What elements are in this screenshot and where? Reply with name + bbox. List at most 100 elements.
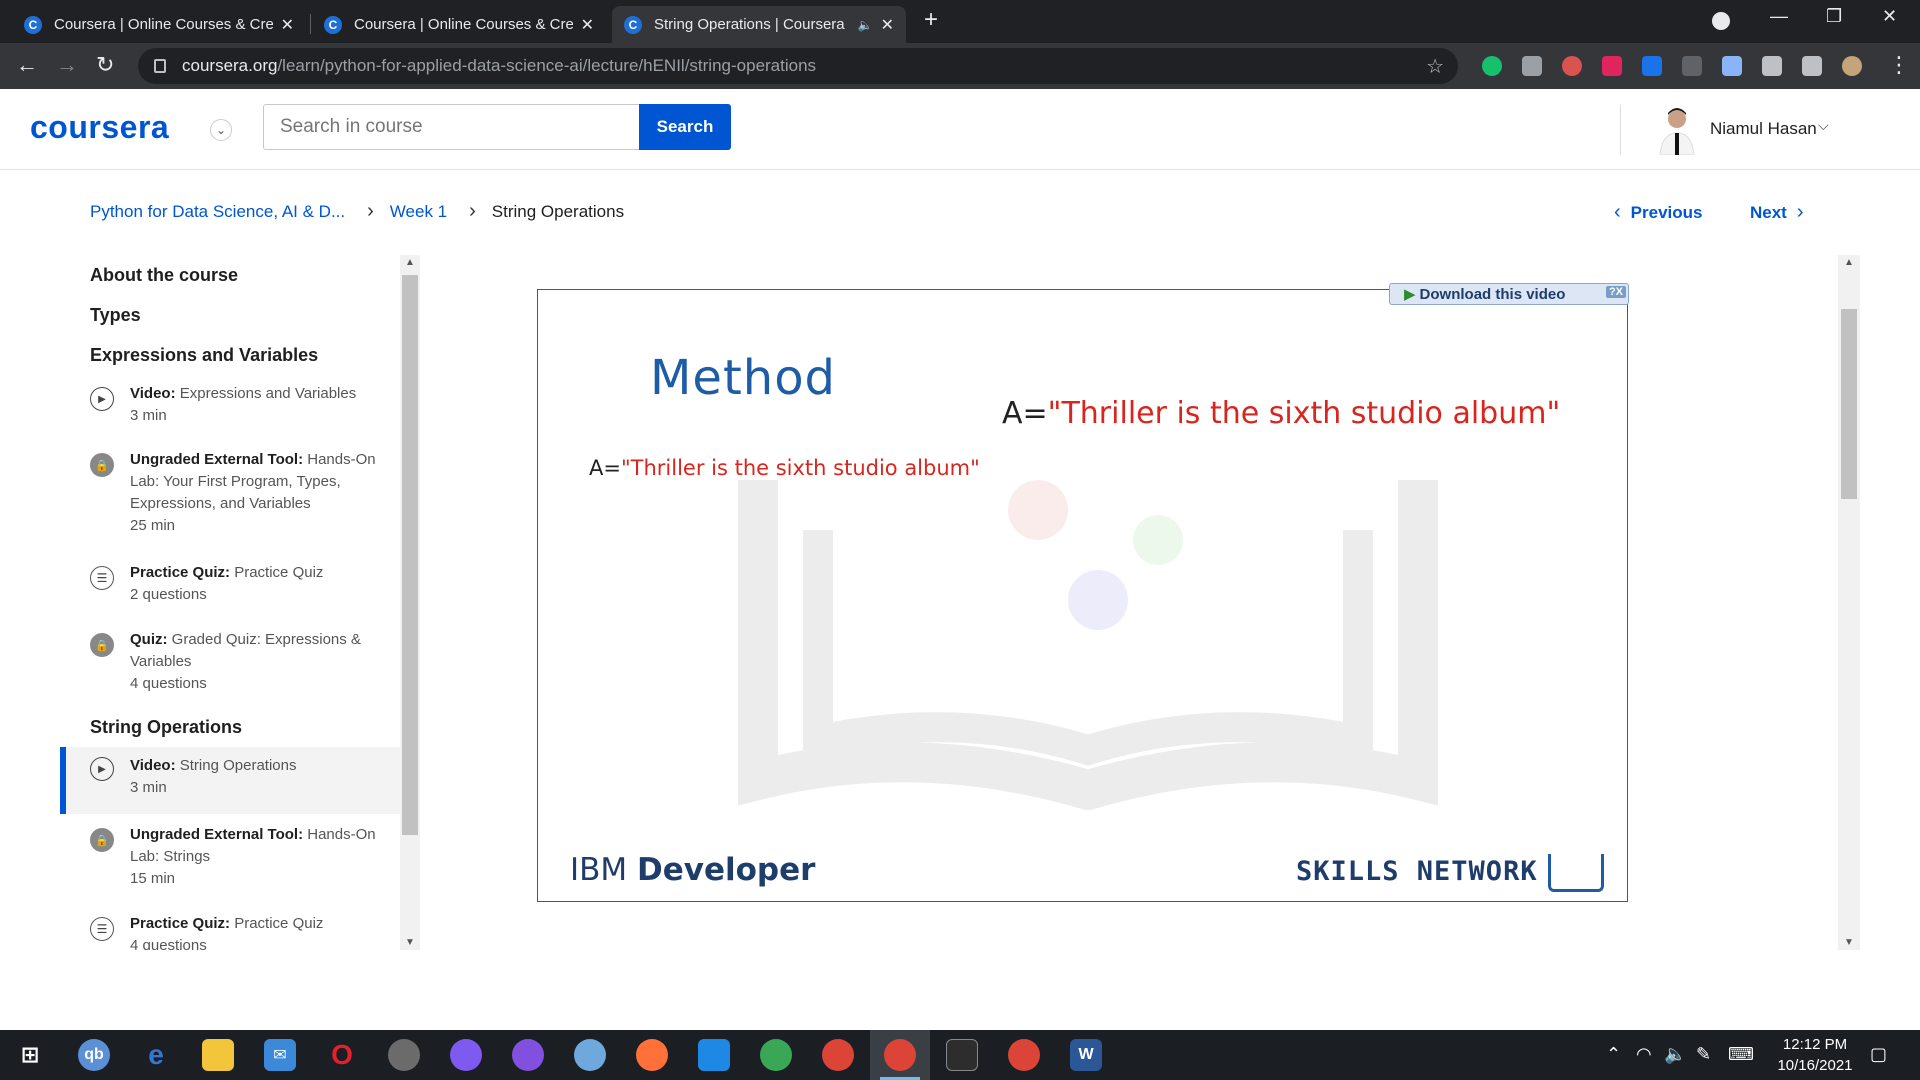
scroll-down-icon[interactable]: ▼	[1844, 937, 1854, 948]
minimize-icon[interactable]: —	[1770, 6, 1788, 27]
scroll-down-icon[interactable]: ▼	[405, 937, 415, 948]
tab-search-icon[interactable]	[1712, 12, 1730, 30]
back-icon[interactable]: ←	[16, 52, 38, 78]
section-expressions-variables[interactable]: Expressions and Variables	[90, 345, 318, 366]
skills-network-icon	[1548, 854, 1604, 892]
address-bar[interactable]: coursera.org /learn/python-for-applied-d…	[138, 48, 1458, 84]
app-icon[interactable]	[760, 1039, 792, 1071]
help-close-icon[interactable]: ?X	[1605, 286, 1626, 298]
sidebar-item[interactable]: ☰ Practice Quiz: Practice Quiz 2 questio…	[60, 562, 400, 612]
download-video-bar[interactable]: ▶ Download this video ?X	[1389, 283, 1629, 305]
previous-button[interactable]: ‹ Previous	[1614, 201, 1702, 224]
reading-list-icon[interactable]	[1802, 56, 1822, 76]
sidebar-item[interactable]: 🔒 Quiz: Graded Quiz: Expressions & Varia…	[60, 629, 400, 699]
word-icon[interactable]: W	[1070, 1039, 1102, 1071]
sidebar-item-selected[interactable]: ▶ Video: String Operations 3 min	[60, 747, 400, 814]
browser-tab[interactable]: C Coursera | Online Courses & Credential…	[312, 6, 606, 43]
extension-badge-icon[interactable]	[1602, 56, 1622, 76]
scroll-up-icon[interactable]: ▲	[405, 257, 415, 268]
code-line-large: A="Thriller is the sixth studio album"	[1002, 396, 1560, 431]
firefox-icon[interactable]	[636, 1039, 668, 1071]
windows-start-icon[interactable]: ⊞	[14, 1039, 46, 1071]
bookmark-star-icon[interactable]: ☆	[1426, 54, 1444, 79]
terminal-icon[interactable]	[946, 1039, 978, 1071]
puzzle-extensions-icon[interactable]	[1762, 56, 1782, 76]
scrollbar-thumb[interactable]	[1841, 309, 1857, 499]
search-button[interactable]: Search	[639, 104, 731, 150]
section-types[interactable]: Types	[90, 305, 141, 326]
speaker-icon[interactable]: 🔈	[858, 18, 873, 32]
new-tab-icon[interactable]: +	[924, 6, 938, 34]
keyboard-icon[interactable]: ⌨	[1728, 1044, 1754, 1065]
sidebar-item[interactable]: ☰ Practice Quiz: Practice Quiz 4 questio…	[60, 913, 400, 950]
app-icon[interactable]	[574, 1039, 606, 1071]
system-clock[interactable]: 12:12 PM 10/16/2021	[1760, 1034, 1870, 1076]
edge-icon[interactable]: e	[140, 1039, 172, 1071]
item-text: Practice Quiz: Practice Quiz 4 questions	[130, 913, 380, 950]
messenger-icon[interactable]	[450, 1039, 482, 1071]
section-string-operations[interactable]: String Operations	[90, 717, 242, 738]
avatar[interactable]	[1656, 103, 1698, 155]
item-title: Practice Quiz	[234, 564, 324, 581]
lock-icon	[154, 59, 166, 73]
app-icon[interactable]: qb	[78, 1039, 110, 1071]
coursera-logo[interactable]: coursera	[30, 109, 169, 146]
tab-separator	[310, 14, 311, 34]
github-icon[interactable]	[512, 1039, 544, 1071]
chrome-active-icon[interactable]	[884, 1039, 916, 1071]
opera-icon[interactable]: O	[326, 1039, 358, 1071]
book-watermark-icon	[738, 480, 1438, 810]
sidebar-item[interactable]: 🔒 Ungraded External Tool: Hands-On Lab: …	[60, 449, 400, 539]
chrome-icon[interactable]	[822, 1039, 854, 1071]
show-hidden-icons-icon[interactable]: ⌃	[1606, 1044, 1621, 1065]
sidebar-item[interactable]: ▶ Video: Expressions and Variables 3 min	[60, 383, 400, 433]
forward-icon[interactable]: →	[56, 52, 78, 78]
item-meta: 15 min	[130, 870, 176, 887]
close-window-icon[interactable]: ✕	[1882, 6, 1897, 27]
camera-extension-icon[interactable]	[1522, 56, 1542, 76]
pen-icon[interactable]: ✎	[1696, 1044, 1711, 1065]
video-player[interactable]: Method A="Thriller is the sixth studio a…	[537, 289, 1628, 902]
site-header: coursera ⌄ Search Niamul Hasan ⌵	[0, 89, 1920, 170]
close-tab-icon[interactable]: ✕	[581, 15, 594, 35]
volume-icon[interactable]: 🔈	[1664, 1044, 1686, 1065]
extension-icon[interactable]	[1682, 56, 1702, 76]
sidebar-item[interactable]: 🔒 Ungraded External Tool: Hands-On Lab: …	[60, 824, 400, 894]
wifi-icon[interactable]: ◠	[1636, 1044, 1652, 1065]
pen-extension-icon[interactable]	[1722, 56, 1742, 76]
chrome-icon[interactable]	[1008, 1039, 1040, 1071]
vscode-icon[interactable]	[698, 1039, 730, 1071]
skills-network-logo: SKILLS NETWORK	[1296, 856, 1538, 887]
breadcrumb-course-link[interactable]: Python for Data Science, AI & D...	[90, 202, 345, 222]
user-photo-icon	[1656, 103, 1698, 155]
download-extension-icon[interactable]	[1642, 56, 1662, 76]
user-name[interactable]: Niamul Hasan	[1710, 119, 1817, 139]
scroll-up-icon[interactable]: ▲	[1844, 257, 1854, 268]
scrollbar-thumb[interactable]	[402, 275, 418, 835]
browser-tab-active[interactable]: C String Operations | Coursera 🔈 ✕	[612, 6, 906, 43]
close-tab-icon[interactable]: ✕	[281, 15, 294, 35]
reload-icon[interactable]: ↻	[96, 52, 114, 78]
close-tab-icon[interactable]: ✕	[881, 15, 894, 35]
file-explorer-icon[interactable]	[202, 1039, 234, 1071]
extension-icon[interactable]	[1562, 56, 1582, 76]
item-type: Video:	[130, 385, 176, 402]
chevron-down-icon[interactable]: ⌵	[1818, 117, 1829, 134]
restore-icon[interactable]: ❐	[1826, 6, 1842, 27]
main-scrollbar[interactable]: ▲ ▼	[1838, 255, 1860, 950]
notifications-icon[interactable]: ▢	[1870, 1044, 1887, 1065]
item-title: Expressions and Variables	[179, 385, 357, 402]
browser-menu-icon[interactable]: ⋮	[1888, 52, 1910, 78]
mail-icon[interactable]: ✉	[264, 1039, 296, 1071]
course-sidebar: About the course Types Expressions and V…	[60, 255, 400, 950]
profile-avatar-icon[interactable]	[1842, 56, 1862, 76]
next-button[interactable]: Next ›	[1750, 201, 1804, 224]
section-about-course[interactable]: About the course	[90, 265, 238, 286]
search-input[interactable]	[263, 104, 640, 150]
sidebar-scrollbar[interactable]: ▲ ▼	[400, 255, 420, 950]
app-icon[interactable]	[388, 1039, 420, 1071]
chevron-down-icon[interactable]: ⌄	[210, 119, 232, 141]
breadcrumb-week-link[interactable]: Week 1	[390, 202, 447, 222]
grammarly-extension-icon[interactable]	[1482, 56, 1502, 76]
browser-tab[interactable]: C Coursera | Online Courses & Credential…	[12, 6, 306, 43]
